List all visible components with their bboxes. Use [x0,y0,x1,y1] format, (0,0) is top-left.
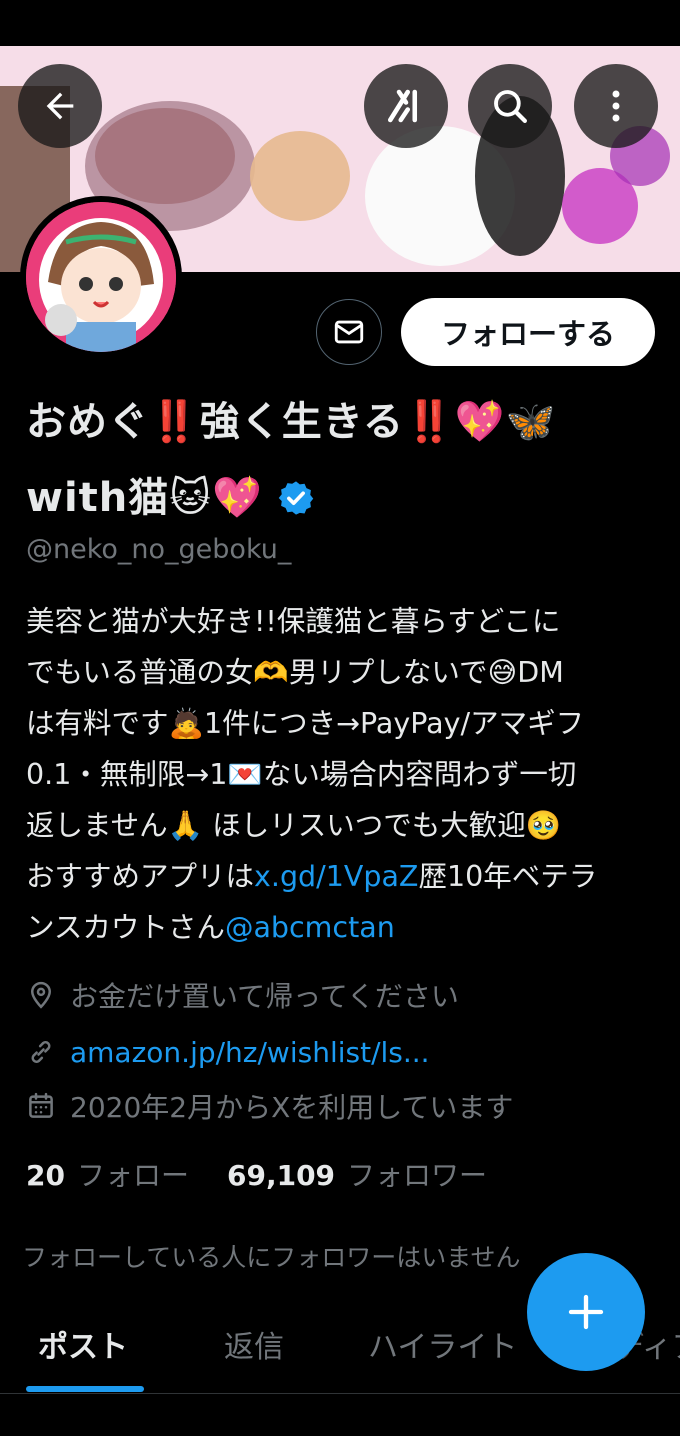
search-button[interactable] [468,64,552,148]
active-tab-indicator [26,1386,144,1392]
joined-text: 2020年2月からXを利用しています [70,1091,514,1124]
tab-replies[interactable]: 返信 [224,1322,284,1366]
profile-joined: 2020年2月からXを利用しています [26,1086,513,1126]
bio-line: でもいる普通の女🫶男リプしないで😅DM [26,656,564,689]
display-name: おめぐ‼️強く生きる‼️💖🦋 with猫🐱💖 [26,384,656,536]
profile-avatar[interactable] [20,196,182,358]
bio-text: 歴10年ベテラ [418,860,598,893]
display-name-line1: おめぐ‼️強く生きる‼️💖🦋 [26,399,557,445]
followers-count: 69,109 [226,1159,336,1192]
profile-website[interactable]: amazon.jp/hz/wishlist/ls... [26,1032,430,1072]
calendar-icon [29,1092,53,1118]
profile-handle: @neko_no_geboku_ [26,534,292,565]
display-name-line2: with猫🐱💖 [26,475,263,521]
status-bar [0,0,680,46]
profile-counts: 20 フォロー 69,109 フォロワー [26,1152,487,1196]
verified-badge-icon[interactable] [277,479,315,517]
followers-you-know: フォローしている人にフォロワーはいません [22,1243,521,1272]
bio-text: おすすめアプリは [26,860,255,893]
plus-icon [568,1294,604,1330]
followers-link[interactable]: 69,109 フォロワー [227,1154,487,1194]
back-button[interactable] [18,64,102,148]
message-button[interactable] [316,299,382,365]
bio-mention-link[interactable]: @abcmctan [225,911,395,944]
follow-button[interactable]: フォローする [401,298,655,366]
compose-button[interactable] [527,1253,645,1371]
bio-app-link[interactable]: x.gd/1VpaZ [254,860,418,893]
bio-line: 返しません🙏 ほしリスいつでも大歓迎🥹 [26,809,562,842]
grok-button[interactable] [364,64,448,148]
location-text: お金だけ置いて帰ってください [70,980,459,1013]
arrow-left-icon [46,92,74,120]
search-icon [494,90,527,123]
grok-icon [387,89,418,123]
bio-line: 0.1・無制限→1💌ない場合内容問わず一切 [26,758,577,791]
profile-bio: 美容と猫が大好き!!保護猫と暮らすどこに でもいる普通の女🫶男リプしないで😅DM… [26,596,656,953]
bio-line: 美容と猫が大好き!!保護猫と暮らすどこに [26,605,561,638]
tab-posts[interactable]: ポスト [38,1322,128,1366]
bio-line: は有料です🙇1件につき→PayPay/アマギフ [26,707,585,740]
mail-icon [334,320,364,344]
followers-label: フォロワー [347,1159,488,1192]
link-icon [31,1041,51,1063]
profile-location: お金だけ置いて帰ってください [26,975,459,1015]
more-button[interactable] [574,64,658,148]
tabs-divider [0,1393,680,1394]
following-label: フォロー [76,1159,189,1192]
more-vertical-icon [612,90,620,122]
location-icon [30,981,52,1009]
following-link[interactable]: 20 フォロー [26,1154,189,1194]
tab-highlights[interactable]: ハイライト [368,1322,517,1366]
avatar-image [26,202,176,352]
bio-text: ンスカウトさん [26,911,225,944]
website-link[interactable]: amazon.jp/hz/wishlist/ls... [70,1036,430,1069]
following-count: 20 [26,1159,65,1192]
